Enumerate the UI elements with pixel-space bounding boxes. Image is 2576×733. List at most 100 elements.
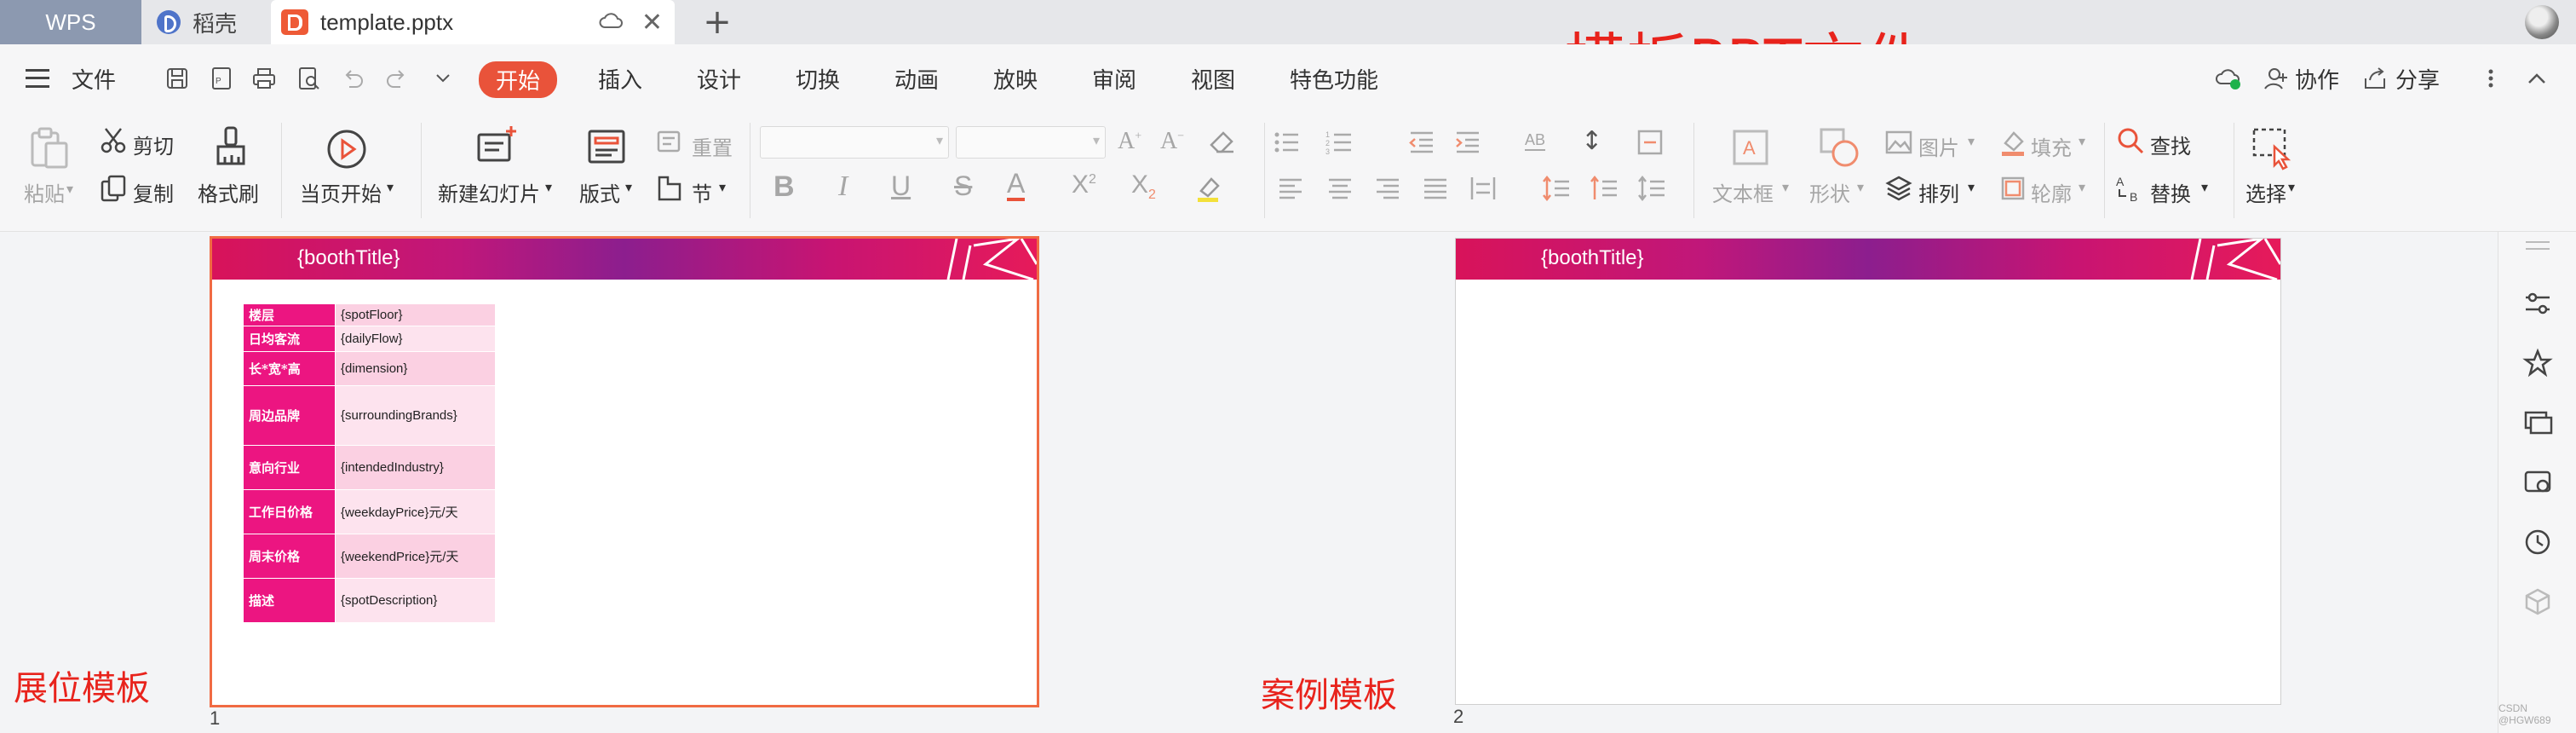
picture-button[interactable]: 图片 bbox=[1918, 131, 1959, 161]
paragraph-settings-icon[interactable] bbox=[1637, 174, 1666, 203]
format-painter-icon[interactable] bbox=[208, 124, 254, 170]
copy-icon[interactable] bbox=[99, 174, 128, 203]
menu-animation[interactable]: 动画 bbox=[894, 63, 939, 95]
font-size-select[interactable] bbox=[956, 126, 1106, 159]
paste-dropdown-icon[interactable]: ▾ bbox=[66, 181, 73, 197]
undo-icon[interactable] bbox=[339, 65, 366, 92]
design-inspiration-icon[interactable] bbox=[2522, 467, 2553, 498]
arrange-button[interactable]: 排列 bbox=[1918, 177, 1959, 207]
font-family-select[interactable] bbox=[760, 126, 949, 159]
textbox-dropdown-icon[interactable]: ▾ bbox=[1782, 179, 1789, 195]
select-icon[interactable] bbox=[2249, 124, 2295, 170]
collaborate-button[interactable]: 协作 bbox=[2295, 63, 2339, 95]
reset-icon[interactable] bbox=[656, 128, 685, 157]
table-row[interactable]: 楼层 {spotFloor} bbox=[243, 303, 496, 326]
sort-icon[interactable]: ↕ bbox=[1581, 126, 1602, 156]
more-options-icon[interactable] bbox=[2477, 65, 2504, 92]
layout-dropdown-icon[interactable]: ▾ bbox=[625, 179, 632, 195]
save-icon[interactable] bbox=[164, 65, 191, 92]
menu-file[interactable]: 文件 bbox=[72, 63, 116, 95]
shape-dropdown-icon[interactable]: ▾ bbox=[1857, 179, 1864, 195]
picture-dropdown-icon[interactable]: ▾ bbox=[1968, 133, 1975, 149]
strikethrough-icon[interactable]: S bbox=[954, 170, 972, 202]
properties-icon[interactable] bbox=[2522, 288, 2553, 319]
table-row[interactable]: 周末价格 {weekendPrice}元/天 bbox=[243, 534, 496, 579]
section-button[interactable]: 节 bbox=[692, 177, 712, 207]
underline-icon[interactable]: U bbox=[891, 170, 911, 202]
textbox-button[interactable]: 文本框 bbox=[1712, 177, 1774, 207]
layout-icon[interactable] bbox=[584, 124, 630, 170]
from-current-dropdown-icon[interactable]: ▾ bbox=[387, 179, 394, 195]
redo-icon[interactable] bbox=[383, 65, 411, 92]
distribute-icon[interactable] bbox=[1469, 174, 1498, 203]
sidebar-handle-icon[interactable] bbox=[2522, 237, 2553, 254]
section-icon[interactable] bbox=[656, 174, 685, 203]
paste-icon[interactable] bbox=[26, 124, 72, 170]
slide-title[interactable]: {boothTitle} bbox=[297, 246, 400, 270]
table-row[interactable]: 日均客流 {dailyFlow} bbox=[243, 326, 496, 352]
menu-home[interactable]: 开始 bbox=[479, 61, 558, 98]
avatar[interactable] bbox=[2525, 5, 2559, 39]
slide-transition-icon[interactable] bbox=[2522, 407, 2553, 438]
italic-icon[interactable]: I bbox=[838, 170, 848, 203]
new-slide-dropdown-icon[interactable]: ▾ bbox=[545, 179, 552, 195]
new-slide-button[interactable]: 新建幻灯片 bbox=[438, 177, 540, 207]
text-direction-icon[interactable]: AB bbox=[1525, 131, 1546, 151]
collapse-ribbon-icon[interactable] bbox=[2523, 65, 2550, 92]
menu-insert[interactable]: 插入 bbox=[598, 63, 642, 95]
table-row[interactable]: 描述 {spotDescription} bbox=[243, 578, 496, 623]
format-painter-button[interactable]: 格式刷 bbox=[198, 177, 259, 207]
textbox-icon[interactable]: A bbox=[1728, 124, 1774, 170]
3d-model-icon[interactable] bbox=[2522, 586, 2553, 617]
subscript-icon[interactable]: X2 bbox=[1131, 170, 1156, 203]
history-icon[interactable] bbox=[2522, 527, 2553, 557]
tab-wps[interactable]: WPS bbox=[0, 0, 141, 44]
replace-icon[interactable]: A B bbox=[2116, 174, 2145, 203]
animation-pane-icon[interactable] bbox=[2522, 348, 2553, 378]
menu-review[interactable]: 审阅 bbox=[1092, 63, 1136, 95]
select-button[interactable]: 选择 bbox=[2245, 177, 2286, 207]
booth-info-table[interactable]: 楼层 {spotFloor} 日均客流 {dailyFlow} 长*宽*高 {d… bbox=[243, 303, 496, 623]
picture-icon[interactable] bbox=[1884, 128, 1913, 157]
fill-dropdown-icon[interactable]: ▾ bbox=[2079, 133, 2085, 149]
fill-icon[interactable] bbox=[1998, 128, 2027, 157]
outline-icon[interactable] bbox=[1998, 174, 2027, 203]
decrease-indent-icon[interactable] bbox=[1407, 128, 1436, 157]
line-spacing-icon[interactable] bbox=[1542, 174, 1571, 203]
shape-button[interactable]: 形状 bbox=[1809, 177, 1850, 207]
table-row[interactable]: 意向行业 {intendedIndustry} bbox=[243, 445, 496, 490]
from-current-slide-button[interactable]: 当页开始 bbox=[300, 177, 382, 207]
menu-special-features[interactable]: 特色功能 bbox=[1290, 63, 1378, 95]
table-row[interactable]: 周边品牌 {surroundingBrands} bbox=[243, 385, 496, 446]
quick-access-dropdown-icon[interactable] bbox=[429, 65, 457, 92]
align-center-icon[interactable] bbox=[1325, 174, 1354, 203]
reset-button[interactable]: 重置 bbox=[692, 131, 733, 161]
new-slide-icon[interactable] bbox=[474, 124, 520, 170]
arrange-icon[interactable] bbox=[1884, 174, 1913, 203]
outline-button[interactable]: 轮廓 bbox=[2031, 177, 2072, 207]
tab-daoke[interactable]: 稻壳 bbox=[141, 0, 271, 44]
shape-icon[interactable] bbox=[1816, 124, 1862, 170]
decrease-font-icon[interactable]: A− bbox=[1160, 128, 1184, 155]
scissors-icon[interactable] bbox=[99, 126, 128, 155]
align-right-icon[interactable] bbox=[1373, 174, 1402, 203]
hamburger-menu-icon[interactable] bbox=[26, 69, 49, 88]
bullet-list-icon[interactable] bbox=[1273, 128, 1302, 157]
numbered-list-icon[interactable]: 1 2 3 bbox=[1325, 128, 1354, 157]
align-left-icon[interactable] bbox=[1276, 174, 1305, 203]
find-icon[interactable] bbox=[2116, 126, 2145, 155]
superscript-icon[interactable]: X2 bbox=[1072, 170, 1096, 199]
menu-design[interactable]: 设计 bbox=[697, 63, 741, 95]
table-row[interactable]: 长*宽*高 {dimension} bbox=[243, 351, 496, 386]
print-preview-icon[interactable] bbox=[295, 65, 322, 92]
new-tab-icon[interactable]: + bbox=[700, 0, 734, 44]
menu-transition[interactable]: 切换 bbox=[796, 63, 840, 95]
copy-button[interactable]: 复制 bbox=[133, 177, 174, 207]
play-from-current-icon[interactable] bbox=[324, 126, 370, 172]
slide-1-booth-template[interactable]: {boothTitle} 楼层 {spotFloor} 日均客流 {dailyF… bbox=[210, 236, 1039, 707]
cloud-sync-icon[interactable] bbox=[2215, 65, 2242, 92]
highlight-icon[interactable] bbox=[1194, 174, 1223, 203]
cloud-icon[interactable] bbox=[598, 10, 624, 31]
section-dropdown-icon[interactable]: ▾ bbox=[719, 179, 726, 195]
table-row[interactable]: 工作日价格 {weekdayPrice}元/天 bbox=[243, 489, 496, 534]
